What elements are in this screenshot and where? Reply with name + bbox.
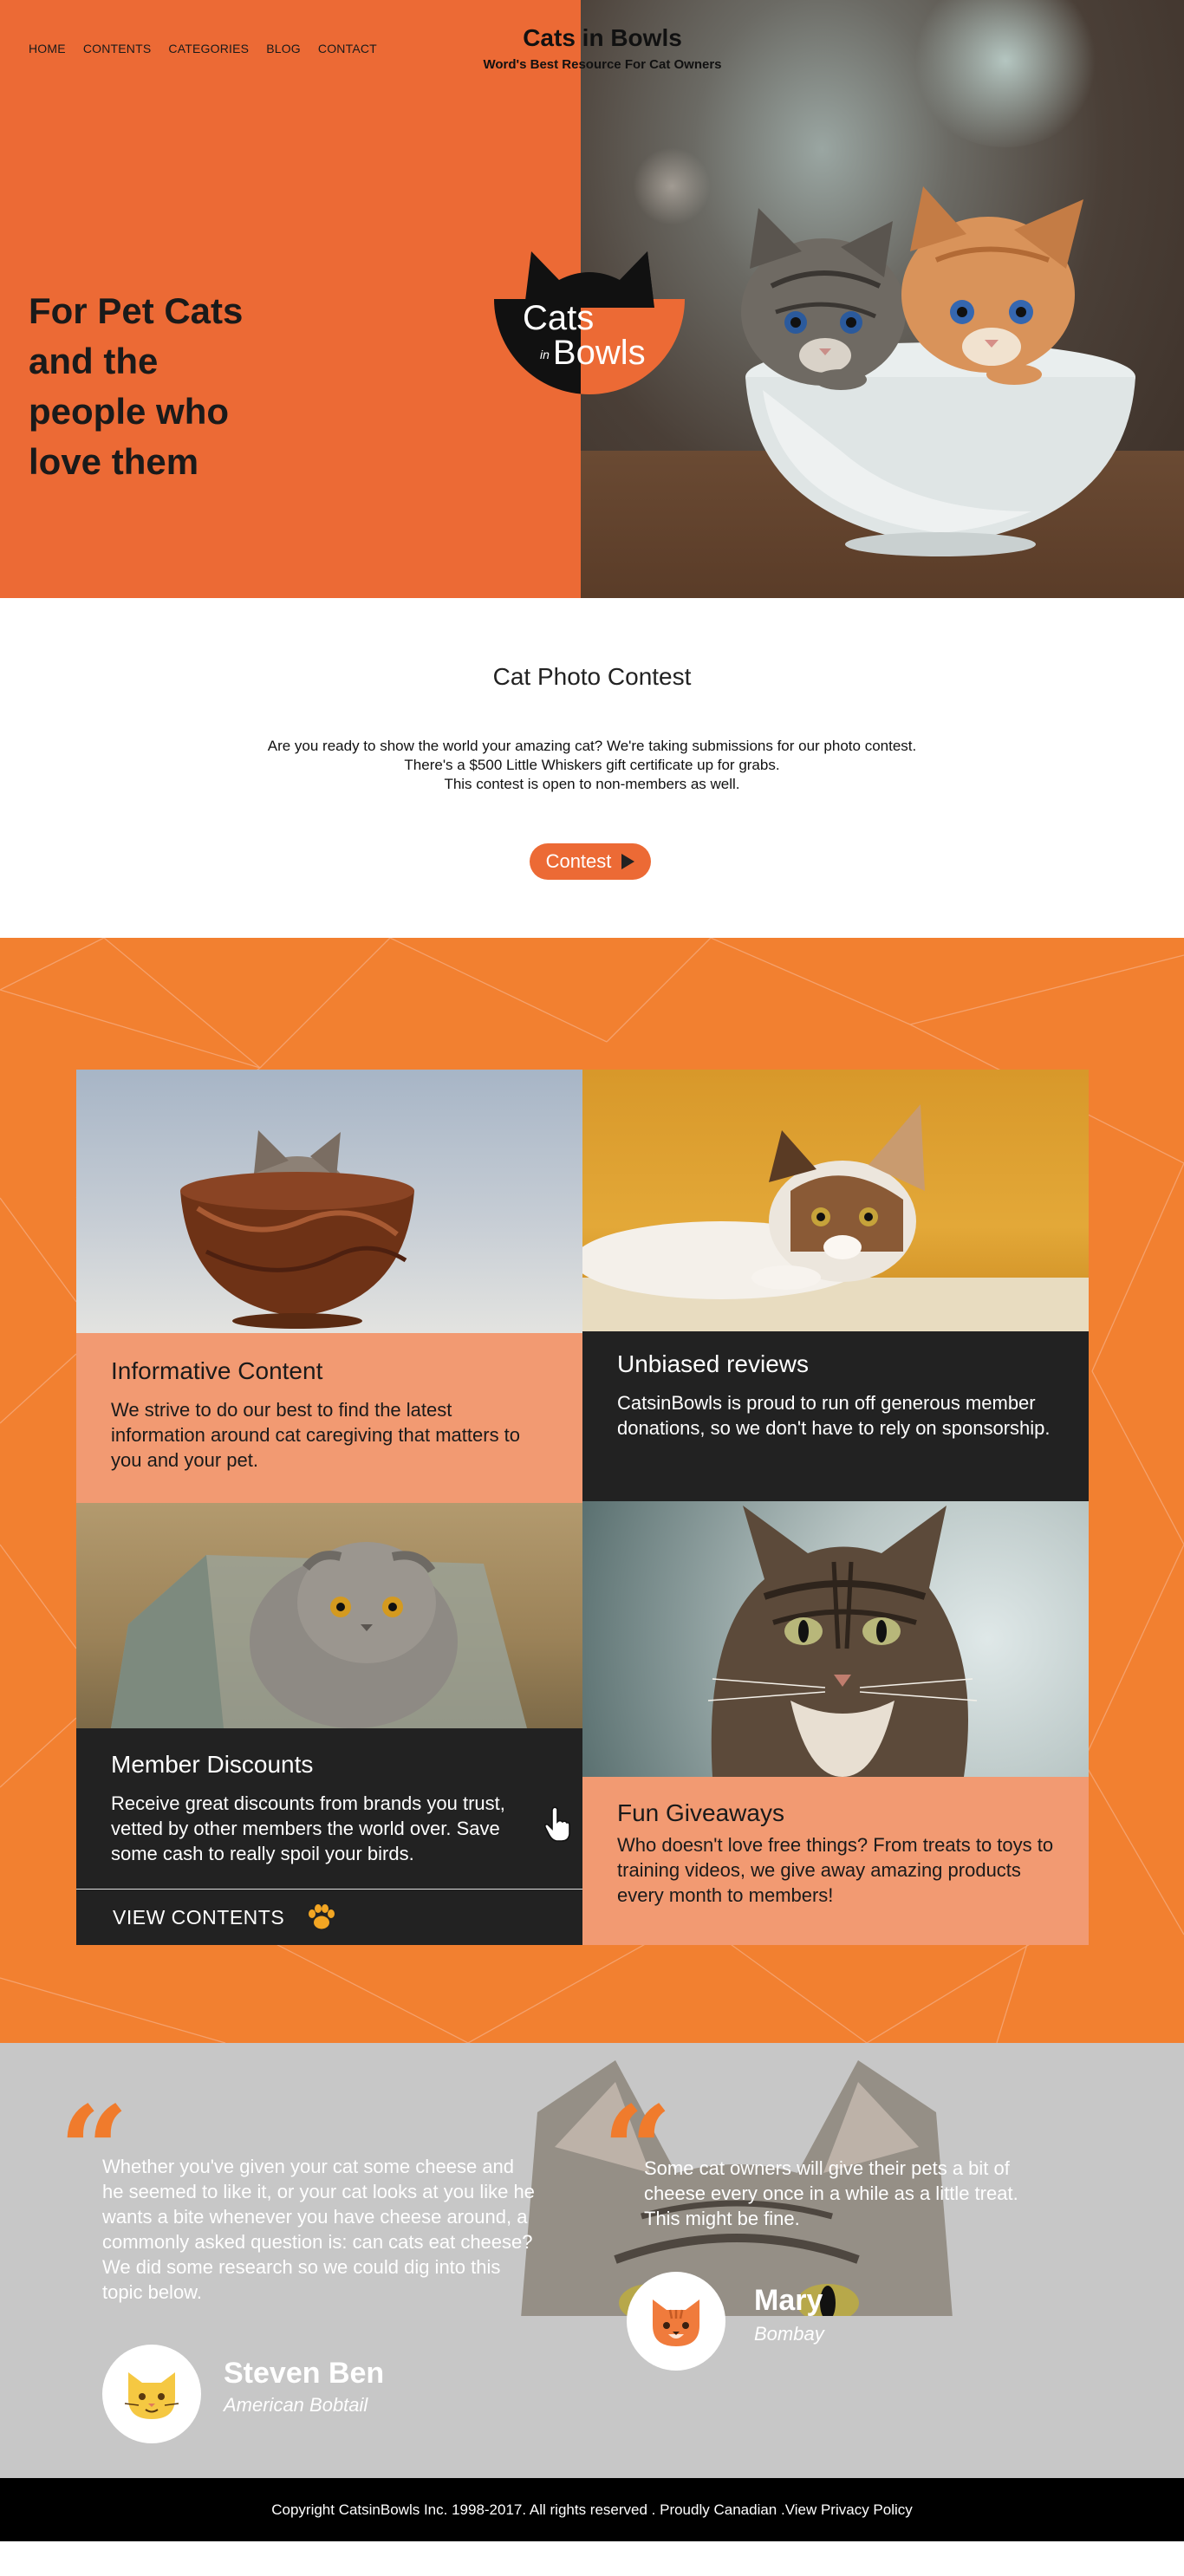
avatar-orange-cat — [627, 2272, 725, 2371]
hand-cursor-icon — [544, 1806, 570, 1842]
logo-wordmark: Cats in Bowls — [523, 301, 679, 370]
logo-in: in — [540, 348, 550, 361]
tagline-line: and the — [29, 341, 159, 381]
feature-text: Receive great discounts from brands you … — [111, 1792, 505, 1864]
hero-tagline: For Pet Cats and the people who love the… — [29, 286, 315, 487]
yellow-cat-face-icon — [124, 2372, 179, 2419]
orange-cat-face-icon — [653, 2300, 699, 2346]
contest-title: Cat Photo Contest — [492, 663, 692, 690]
features-section: Informative Content We strive to do our … — [0, 938, 1184, 2043]
site-footer: Copyright CatsinBowls Inc. 1998-2017. Al… — [0, 2478, 1184, 2541]
contest-button-label: Contest — [545, 850, 612, 872]
play-icon — [621, 854, 635, 869]
logo-cats: Cats — [523, 299, 595, 337]
footer-copyright: Copyright CatsinBowls Inc. 1998-2017. Al… — [271, 2501, 785, 2518]
grey-cat-in-bag-photo — [76, 1503, 582, 1728]
cats-in-bowls-logo: Cats in Bowls — [490, 247, 689, 399]
testimonial-breed: American Bobtail — [224, 2394, 368, 2416]
feature-text: Who doesn't love free things? From treat… — [617, 1834, 1054, 1906]
contest-description: Are you ready to show the world your ama… — [0, 737, 1184, 794]
site-title[interactable]: Cats in Bowls — [433, 24, 771, 52]
feature-text: CatsinBowls is proud to run off generous… — [617, 1392, 1051, 1439]
tagline-line: For Pet Cats — [29, 290, 244, 331]
nav-contents[interactable]: CONTENTS — [83, 42, 152, 55]
site-brand: Cats in Bowls Word's Best Resource For C… — [433, 24, 771, 72]
feature-title: Member Discounts — [111, 1751, 314, 1778]
testimonial-quote: Some cat owners will give their pets a b… — [644, 2157, 1018, 2229]
testimonials-section: “ Whether you've given your cat some che… — [0, 2043, 1184, 2478]
nav-home[interactable]: HOME — [29, 42, 66, 55]
testimonial-quote: Whether you've given your cat some chees… — [102, 2156, 535, 2303]
main-nav: HOME CONTENTS CATEGORIES BLOG CONTACT — [29, 42, 377, 55]
maine-coon-photo — [582, 1501, 1089, 1777]
feature-title: Unbiased reviews — [617, 1350, 809, 1377]
testimonial-name: Steven Ben — [224, 2357, 385, 2390]
paw-icon — [309, 1904, 335, 1929]
logo-bowls: Bowls — [552, 334, 646, 372]
hero-section: HOME CONTENTS CATEGORIES BLOG CONTACT Ca… — [0, 0, 1184, 598]
tagline-line: people who — [29, 391, 229, 432]
tagline-line: love them — [29, 441, 199, 482]
testimonial-name: Mary — [754, 2284, 823, 2317]
feature-card-informative[interactable]: Informative Content We strive to do our … — [76, 1333, 582, 1503]
nav-contact[interactable]: CONTACT — [318, 42, 377, 55]
view-contents-button[interactable]: VIEW CONTENTS — [76, 1889, 582, 1945]
feature-card-reviews[interactable]: Unbiased reviews CatsinBowls is proud to… — [582, 1331, 1089, 1501]
nav-categories[interactable]: CATEGORIES — [168, 42, 249, 55]
feature-card-giveaways[interactable]: Fun Giveaways Who doesn't love free thin… — [582, 1777, 1089, 1945]
calico-kitten-photo — [582, 1070, 1089, 1331]
contest-line: Are you ready to show the world your ama… — [267, 738, 917, 754]
contest-button[interactable]: Contest — [530, 843, 651, 880]
contest-line: There's a $500 Little Whiskers gift cert… — [404, 757, 780, 773]
page-bottom-space — [0, 2541, 1184, 2576]
contest-line: This contest is open to non-members as w… — [444, 776, 740, 792]
testimonial-breed: Bombay — [754, 2323, 824, 2345]
feature-text: We strive to do our best to find the lat… — [111, 1399, 521, 1471]
features-grid: Informative Content We strive to do our … — [76, 1070, 1089, 2014]
nav-blog[interactable]: BLOG — [266, 42, 301, 55]
kitten-wooden-bowl-photo — [76, 1070, 582, 1333]
feature-title: Fun Giveaways — [617, 1799, 784, 1826]
view-contents-label: VIEW CONTENTS — [113, 1905, 285, 1929]
contest-section: Cat Photo Contest Are you ready to show … — [0, 598, 1184, 938]
privacy-policy-link[interactable]: View Privacy Policy — [785, 2501, 913, 2519]
feature-title: Informative Content — [111, 1357, 323, 1384]
avatar-yellow-cat — [102, 2345, 201, 2443]
site-subtitle: Word's Best Resource For Cat Owners — [483, 57, 722, 72]
feature-card-discounts[interactable]: Member Discounts Receive great discounts… — [76, 1728, 582, 1889]
